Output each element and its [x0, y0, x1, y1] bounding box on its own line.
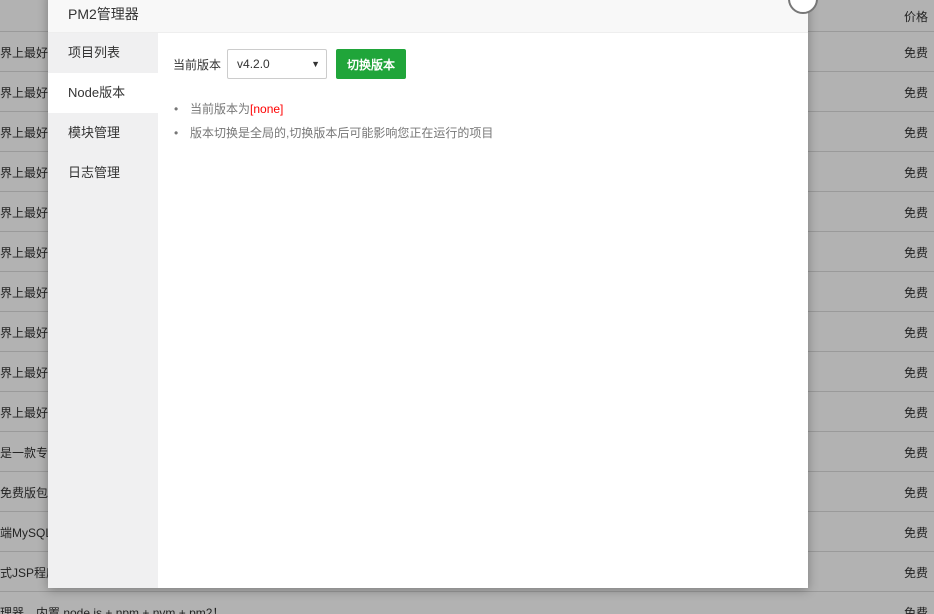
tips-list: • 当前版本为[none] • 版本切换是全局的,切换版本后可能影响您正在运行的… — [174, 101, 493, 149]
nav-item-module-management[interactable]: 模块管理 — [48, 113, 158, 153]
version-select[interactable]: v4.2.0 ▼ — [227, 49, 328, 79]
tip-current-version: • 当前版本为[none] — [174, 101, 493, 125]
node-version-panel: 当前版本 v4.2.0 ▼ 切换版本 • 当前版本为[none] • 版本切换是… — [158, 33, 808, 588]
bullet-icon: • — [174, 126, 179, 140]
current-version-label: 当前版本 — [173, 57, 222, 72]
tip-global-switch: • 版本切换是全局的,切换版本后可能影响您正在运行的项目 — [174, 125, 493, 149]
bullet-icon: • — [174, 102, 179, 116]
tip-text: 版本切换是全局的,切换版本后可能影响您正在运行的项目 — [190, 126, 494, 140]
nav-item-log-management[interactable]: 日志管理 — [48, 153, 158, 193]
dialog-title-bar: PM2管理器 — [48, 0, 808, 33]
tip-text: 当前版本为 — [190, 102, 251, 116]
version-row: 当前版本 v4.2.0 ▼ 切换版本 — [173, 49, 407, 79]
pm2-manager-dialog: PM2管理器 项目列表 Node版本 模块管理 日志管理 当前版本 v4.2.0… — [48, 0, 818, 588]
dialog-title: PM2管理器 — [68, 6, 139, 22]
nav-item-node-version[interactable]: Node版本 — [48, 73, 158, 113]
current-version-value: [none] — [250, 102, 284, 116]
switch-version-button[interactable]: 切换版本 — [336, 49, 407, 79]
version-select-value: v4.2.0 — [237, 57, 270, 71]
side-nav: 项目列表 Node版本 模块管理 日志管理 — [48, 33, 158, 588]
dropdown-arrow-icon: ▼ — [311, 59, 321, 69]
nav-item-project-list[interactable]: 项目列表 — [48, 33, 158, 73]
